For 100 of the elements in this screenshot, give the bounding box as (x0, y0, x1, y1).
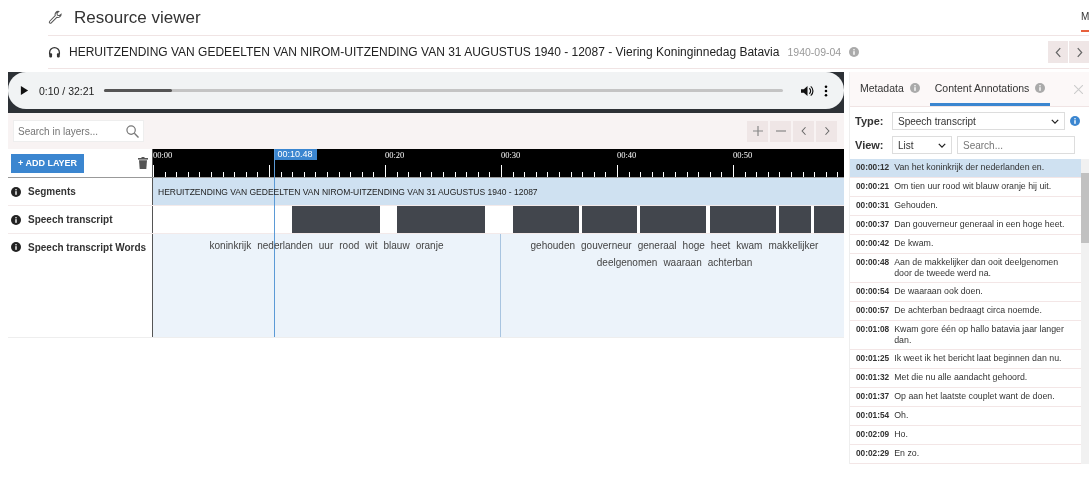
word[interactable]: rood (339, 240, 360, 257)
time-label: 00:20 (385, 150, 405, 160)
search-icon (126, 125, 139, 138)
time-label: 00:00 (153, 150, 173, 160)
chevron-right-icon (823, 126, 830, 136)
tab-label: Metadata (860, 81, 904, 94)
word[interactable]: gouverneur (581, 240, 632, 257)
transcript-block[interactable] (640, 206, 707, 233)
wrench-icon (48, 10, 63, 25)
seek-bar[interactable] (104, 89, 783, 92)
type-label: Type: (855, 115, 885, 127)
annotation-text: En zo. (894, 448, 920, 460)
caret-icon (938, 142, 946, 148)
annotation-item[interactable]: 00:00:12 Van het koninkrijk der nederlanden en. (850, 159, 1081, 178)
annotation-time: 00:00:21 (856, 181, 890, 193)
add-layer-button[interactable]: + ADD LAYER (11, 153, 85, 173)
annotation-text: De achterban bedraagt circa noemde. (894, 305, 1042, 317)
headphones-icon (48, 45, 61, 59)
annotation-text: Met die nu alle aandacht gehoord. (894, 372, 1028, 384)
scrollbar[interactable] (1081, 159, 1089, 464)
word[interactable]: gehouden (530, 240, 576, 257)
word[interactable]: hoge (682, 240, 705, 257)
annotation-text: Van het koninkrijk der nederlanden en. (894, 162, 1045, 174)
word[interactable]: wit (365, 240, 378, 257)
next-button[interactable] (1069, 41, 1089, 63)
annotation-time: 00:02:29 (856, 448, 890, 460)
annotation-search-field[interactable]: Search... (957, 136, 1075, 154)
type-dropdown[interactable]: Speech transcript (892, 112, 1065, 130)
word[interactable]: deelgenomen (596, 257, 658, 274)
annotation-item[interactable]: 00:01:54 Oh. (850, 407, 1081, 426)
layer-name: Speech transcript (28, 214, 113, 225)
transcript-block[interactable] (779, 206, 811, 233)
annotation-item[interactable]: 00:00:31 Gehouden. (850, 197, 1081, 216)
word[interactable]: kwam (736, 240, 763, 257)
transcript-block[interactable] (582, 206, 637, 233)
annotation-time: 00:02:09 (856, 429, 890, 441)
transcript-block[interactable] (292, 206, 381, 233)
annotation-text: Aan de makkelijker dan ooit deelgenomen door de tweede werd na. (894, 257, 1060, 279)
info-icon (1035, 82, 1046, 93)
annotation-item[interactable]: 00:00:21 Om tien uur rood wit blauw oranje hij uit. (850, 178, 1081, 197)
transcript-block[interactable] (396, 206, 485, 233)
panel-tab[interactable]: Content Annotations (929, 72, 1051, 106)
annotation-item[interactable]: 00:00:54 De waaraan ook doen. (850, 283, 1081, 302)
annotation-item[interactable]: 00:01:32 Met die nu alle aandacht gehoord. (850, 369, 1081, 388)
layer-search-field[interactable]: Search in layers... (13, 120, 144, 142)
time-label: 00:30 (501, 150, 521, 160)
word[interactable]: uur (318, 240, 334, 257)
play-icon[interactable] (20, 86, 29, 95)
annotation-time: 00:00:37 (856, 219, 890, 231)
annotation-item[interactable]: 00:02:09 Ho. (850, 426, 1081, 445)
word[interactable]: waaraan (663, 257, 702, 274)
transcript-block[interactable] (512, 206, 579, 233)
scroll-left-button[interactable] (793, 120, 814, 142)
trash-icon[interactable] (138, 157, 148, 169)
playback-time: 0:10 / 32:21 (39, 84, 95, 97)
annotation-text: Gehouden. (894, 200, 938, 212)
previous-button[interactable] (1048, 41, 1068, 63)
annotation-text: Ho. (894, 429, 908, 441)
annotation-item[interactable]: 00:01:37 Op aan het laatste couplet want de doen. (850, 388, 1081, 407)
time-label: 00:40 (617, 150, 637, 160)
annotation-text: Om tien uur rood wit blauw oranje hij uit. (894, 181, 1052, 193)
word[interactable]: heet (710, 240, 731, 257)
word[interactable]: generaal (637, 240, 677, 257)
layer-name: Segments (28, 186, 76, 197)
segment-bar[interactable]: HERUITZENDING VAN GEDEELTEN VAN NIROM-UITZENDING VAN 31 AUGUSTUS 1940 - 12087 (153, 178, 844, 205)
annotation-time: 00:00:54 (856, 286, 890, 298)
info-icon[interactable] (11, 186, 21, 197)
audio-player[interactable]: 0:10 / 32:21 (8, 72, 844, 113)
annotation-time: 00:00:31 (856, 200, 890, 212)
word[interactable]: achterban (707, 257, 753, 274)
annotation-item[interactable]: 00:00:57 De achterban bedraagt circa noemde. (850, 302, 1081, 321)
annotation-time: 00:00:12 (856, 162, 890, 174)
annotation-text: Kwam gore één op hallo batavia jaar langer dan. (894, 324, 1065, 346)
scroll-right-button[interactable] (816, 120, 837, 142)
annotation-item[interactable]: 00:00:37 Dan gouverneur generaal in een hoge heet. (850, 216, 1081, 235)
view-label: View: (855, 139, 885, 151)
view-dropdown[interactable]: List (892, 136, 952, 154)
time-ruler[interactable]: 00:00 00:10.48 00:20 00:30 00:40 00:50 (152, 149, 844, 177)
annotation-item[interactable]: 00:02:29 En zo. (850, 445, 1081, 464)
info-icon[interactable] (11, 242, 21, 252)
word[interactable]: blauw (383, 240, 410, 257)
word[interactable]: koninkrijk (209, 240, 252, 257)
menu-tab[interactable]: M (1081, 11, 1089, 32)
annotation-text: Oh. (894, 410, 909, 422)
info-icon[interactable] (11, 214, 21, 225)
panel-tab[interactable]: Metadata (855, 72, 925, 106)
annotation-time: 00:01:37 (856, 391, 890, 403)
annotation-item[interactable]: 00:01:25 Ik weet ik het bericht laat beginnen dan nu. (850, 350, 1081, 369)
transcript-block[interactable] (709, 206, 776, 233)
info-icon (909, 82, 920, 93)
playhead-time[interactable]: 00:10.48 (273, 149, 317, 160)
word[interactable]: makkelijker (768, 240, 819, 257)
volume-icon[interactable] (801, 84, 814, 97)
more-options-icon[interactable] (824, 84, 828, 97)
annotation-item[interactable]: 00:00:42 De kwam. (850, 235, 1081, 254)
zoom-out-button[interactable] (770, 120, 791, 142)
chevron-left-icon (800, 126, 807, 136)
word[interactable]: oranje (415, 240, 444, 257)
zoom-in-button[interactable] (747, 120, 768, 142)
close-icon[interactable] (1074, 85, 1083, 94)
